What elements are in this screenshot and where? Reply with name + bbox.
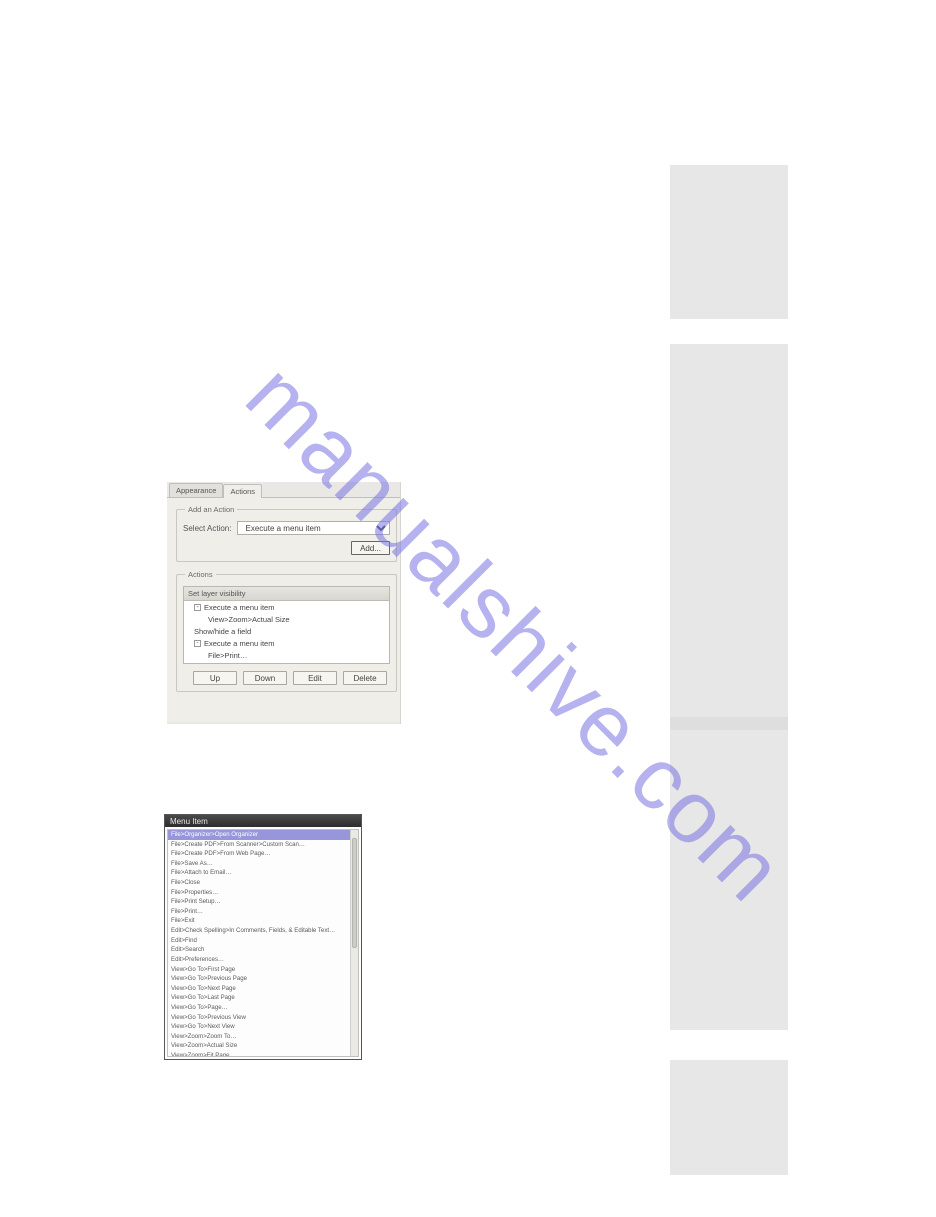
menu-item-row[interactable]: View>Go To>Last Page <box>168 993 350 1003</box>
tab-actions[interactable]: Actions <box>223 484 262 498</box>
menu-item-row[interactable]: View>Go To>Next View <box>168 1022 350 1032</box>
sidebar-gap-3 <box>670 1030 788 1060</box>
actions-item-child[interactable]: View>Zoom>Actual Size <box>184 613 389 625</box>
actions-item-label: File>Print… <box>208 651 247 660</box>
down-button[interactable]: Down <box>243 671 287 685</box>
menu-item-row[interactable]: File>Close <box>168 878 350 888</box>
tab-strip: Appearance Actions <box>167 482 400 497</box>
sidebar-block-1 <box>670 165 788 319</box>
tab-pane-actions: Add an Action Select Action: Execute a m… <box>167 497 400 722</box>
sidebar-gap-2 <box>670 717 788 730</box>
scrollbar-thumb[interactable] <box>352 838 357 948</box>
actions-item-child[interactable]: File>Print… <box>184 649 389 661</box>
sidebar-block-3 <box>670 730 788 1030</box>
menu-item-row[interactable]: File>Print… <box>168 907 350 917</box>
up-button[interactable]: Up <box>193 671 237 685</box>
menu-item-row[interactable]: View>Go To>Previous View <box>168 1013 350 1023</box>
menu-item-row[interactable]: File>Create PDF>From Web Page… <box>168 849 350 859</box>
sidebar-column <box>670 165 788 1175</box>
menu-item-row[interactable]: Edit>Preferences… <box>168 955 350 965</box>
menu-item-row[interactable]: File>Print Setup… <box>168 897 350 907</box>
menu-item-row[interactable]: View>Go To>Page… <box>168 1003 350 1013</box>
add-action-group: Add an Action Select Action: Execute a m… <box>176 505 397 562</box>
menu-item-row[interactable]: View>Go To>Next Page <box>168 984 350 994</box>
actions-button-row: Up Down Edit Delete <box>183 671 390 685</box>
sidebar-block-4 <box>670 1060 788 1175</box>
menu-item-row[interactable]: File>Attach to Email… <box>168 868 350 878</box>
menu-item-row[interactable]: File>Save As… <box>168 859 350 869</box>
actions-item-group[interactable]: - Execute a menu item <box>184 637 389 649</box>
sidebar-gap-1 <box>670 319 788 344</box>
menu-item-row[interactable]: Edit>Check Spelling>In Comments, Fields,… <box>168 926 350 936</box>
actions-listbox[interactable]: Set layer visibility - Execute a menu it… <box>183 586 390 664</box>
actions-item-label: View>Zoom>Actual Size <box>208 615 290 624</box>
menu-item-row[interactable]: View>Zoom>Zoom To… <box>168 1032 350 1042</box>
select-action-row: Select Action: Execute a menu item <box>183 521 390 535</box>
vertical-scrollbar[interactable] <box>350 830 358 1056</box>
menu-item-row[interactable]: Edit>Search <box>168 945 350 955</box>
menu-item-scroll: File>Organizer>Open OrganizerFile>Create… <box>167 829 359 1057</box>
sidebar-block-2 <box>670 344 788 717</box>
select-action-dropdown[interactable]: Execute a menu item <box>237 521 390 535</box>
menu-item-row[interactable]: View>Go To>Previous Page <box>168 974 350 984</box>
edit-button[interactable]: Edit <box>293 671 337 685</box>
menu-item-row[interactable]: View>Zoom>Fit Page <box>168 1051 350 1056</box>
actions-item-single[interactable]: Show/hide a field <box>184 625 389 637</box>
collapse-icon[interactable]: - <box>194 640 201 647</box>
menu-item-dialog-title: Menu Item <box>165 815 361 827</box>
delete-button[interactable]: Delete <box>343 671 387 685</box>
menu-item-row[interactable]: Edit>Find <box>168 936 350 946</box>
add-button[interactable]: Add... <box>351 541 390 555</box>
actions-legend: Actions <box>185 570 216 579</box>
menu-item-list[interactable]: File>Organizer>Open OrganizerFile>Create… <box>168 830 350 1056</box>
menu-item-row[interactable]: View>Zoom>Actual Size <box>168 1041 350 1051</box>
actions-list-header: Set layer visibility <box>184 587 389 601</box>
actions-item-group[interactable]: - Execute a menu item <box>184 601 389 613</box>
actions-item-label: Execute a menu item <box>204 603 274 612</box>
menu-item-row[interactable]: View>Go To>First Page <box>168 965 350 975</box>
actions-dialog: Appearance Actions Add an Action Select … <box>167 482 401 724</box>
menu-item-row[interactable]: File>Create PDF>From Scanner>Custom Scan… <box>168 840 350 850</box>
collapse-icon[interactable]: - <box>194 604 201 611</box>
select-action-label: Select Action: <box>183 524 231 533</box>
menu-item-row[interactable]: File>Organizer>Open Organizer <box>168 830 350 840</box>
menu-item-dialog: Menu Item File>Organizer>Open OrganizerF… <box>164 814 362 1060</box>
menu-item-row[interactable]: File>Exit <box>168 916 350 926</box>
actions-item-label: Execute a menu item <box>204 639 274 648</box>
menu-item-row[interactable]: File>Properties… <box>168 888 350 898</box>
actions-item-label: Show/hide a field <box>194 627 251 636</box>
tab-appearance[interactable]: Appearance <box>169 483 223 497</box>
add-action-legend: Add an Action <box>185 505 237 514</box>
actions-group: Actions Set layer visibility - Execute a… <box>176 570 397 692</box>
